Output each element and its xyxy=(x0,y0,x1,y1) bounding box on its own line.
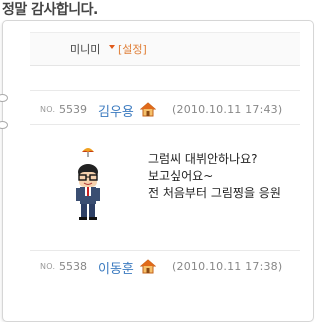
minime-settings-link[interactable]: [설정] xyxy=(118,41,147,57)
entry-no-label: NO. xyxy=(40,262,56,271)
entry-header: NO. 5538 이동훈 (2010.10.11 17:38) xyxy=(40,258,300,277)
entry-datetime: (2010.10.11 17:43) xyxy=(172,103,283,116)
author-name-link[interactable]: 김우용 xyxy=(98,101,134,120)
entry-message-line: 전 처음부터 그림찡을 응원 xyxy=(148,186,281,200)
divider xyxy=(30,124,300,125)
entry-number: 5538 xyxy=(59,260,87,273)
minime-label[interactable]: 미니미 xyxy=(70,41,100,57)
entry-message-line: 그럼씨 대뷔안하나요? xyxy=(148,152,258,166)
entry-datetime: (2010.10.11 17:38) xyxy=(172,260,283,273)
home-icon[interactable] xyxy=(140,259,156,274)
chevron-down-icon[interactable] xyxy=(109,45,115,49)
minime-avatar[interactable] xyxy=(72,163,104,221)
umbrella-icon xyxy=(82,148,94,157)
author-name-link[interactable]: 이동훈 xyxy=(98,258,134,277)
entry-no-label: NO. xyxy=(40,105,56,114)
entry-number: 5539 xyxy=(59,103,87,116)
divider xyxy=(30,250,300,251)
home-icon[interactable] xyxy=(140,102,156,117)
divider xyxy=(30,90,300,91)
entry-message-line: 보고싶어요~ xyxy=(148,169,214,183)
entry-header: NO. 5539 김우용 (2010.10.11 17:43) xyxy=(40,101,300,120)
page-title: 정말 감사합니다. xyxy=(2,2,98,18)
